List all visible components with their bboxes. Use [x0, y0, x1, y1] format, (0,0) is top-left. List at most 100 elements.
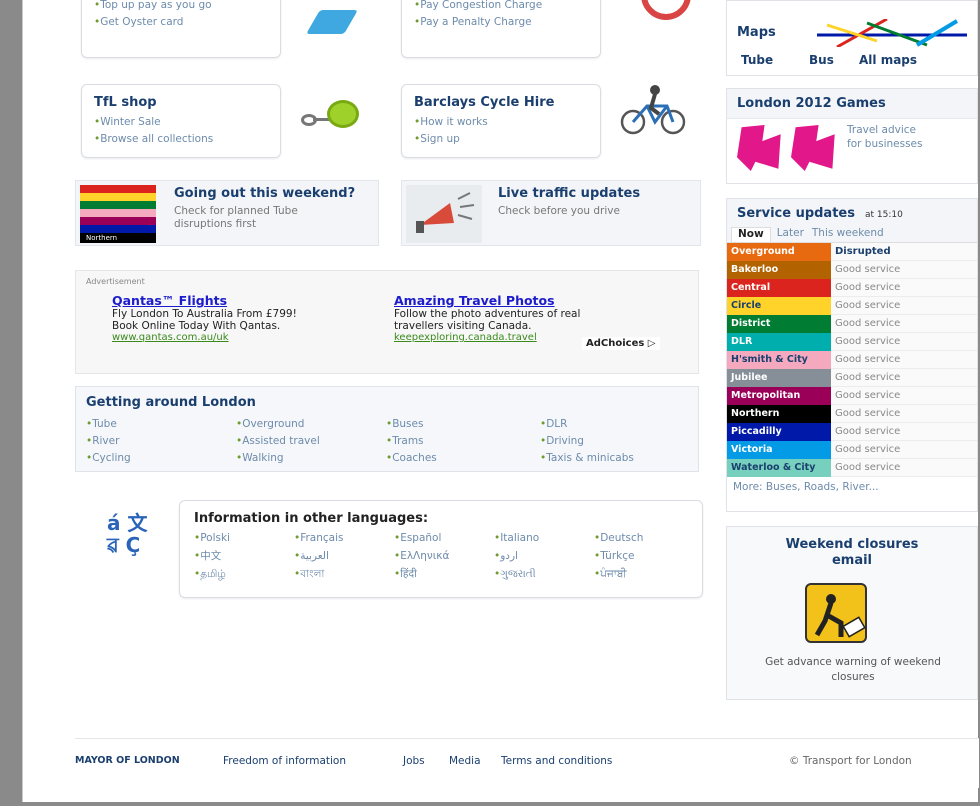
maps-bus-link[interactable]: Bus — [809, 53, 834, 67]
status-text: Good service — [831, 441, 977, 459]
status-line-name[interactable]: District — [727, 315, 831, 333]
status-row[interactable]: Jubilee Good service — [727, 369, 977, 387]
adchoices-link[interactable]: AdChoices ▷ — [582, 337, 660, 350]
link-taxis[interactable]: Taxis & minicabs — [540, 450, 690, 467]
browser-frame: Top up pay as you go Get Oyster card Pay… — [22, 0, 979, 802]
pay-congestion-link[interactable]: Pay Congestion Charge — [414, 0, 588, 14]
congestion-sign-graphic — [641, 0, 691, 20]
lang-bengali[interactable]: বাংলা — [294, 566, 394, 584]
lang-hindi[interactable]: हिंदी — [394, 566, 494, 584]
ad-qantas-url[interactable]: www.qantas.com.au/uk — [112, 332, 392, 343]
status-row[interactable]: Bakerloo Good service — [727, 261, 977, 279]
lang-arabic[interactable]: العربية — [294, 548, 394, 566]
status-line-name[interactable]: Piccadilly — [727, 423, 831, 441]
status-line-name[interactable]: Overground — [727, 243, 831, 261]
link-buses[interactable]: Buses — [386, 416, 540, 433]
status-row[interactable]: Waterloo & City Good service — [727, 459, 977, 477]
maps-title[interactable]: Maps — [737, 25, 776, 40]
maps-all-link[interactable]: All maps — [859, 53, 917, 67]
status-line-name[interactable]: Northern — [727, 405, 831, 423]
games-text[interactable]: Travel advice for businesses — [847, 123, 933, 151]
status-row[interactable]: H'smith & City Good service — [727, 351, 977, 369]
pay-penalty-link[interactable]: Pay a Penalty Charge — [414, 14, 588, 31]
link-overground[interactable]: Overground — [236, 416, 386, 433]
ad-canada-url[interactable]: keepexploring.canada.travel — [394, 332, 566, 343]
top-up-link[interactable]: Top up pay as you go — [94, 0, 268, 14]
status-line-name[interactable]: Waterloo & City — [727, 459, 831, 477]
status-line-name[interactable]: Central — [727, 279, 831, 297]
footer-foi-link[interactable]: Freedom of information — [223, 755, 346, 767]
status-line-name[interactable]: Victoria — [727, 441, 831, 459]
status-row[interactable]: Circle Good service — [727, 297, 977, 315]
lang-chinese[interactable]: 中文 — [194, 548, 294, 566]
lang-italiano[interactable]: Italiano — [494, 530, 594, 548]
get-oyster-link[interactable]: Get Oyster card — [94, 14, 268, 31]
ad-qantas-line1: Fly London To Australia From £799! — [112, 308, 297, 320]
status-row[interactable]: Overground Disrupted — [727, 243, 977, 261]
link-river[interactable]: River — [86, 433, 236, 450]
ad-canada[interactable]: Amazing Travel Photos Follow the photo a… — [394, 293, 614, 343]
browse-collections-link[interactable]: Browse all collections — [94, 131, 268, 148]
lang-urdu[interactable]: اردو — [494, 548, 594, 566]
service-more-links[interactable]: More: Buses, Roads, River... — [727, 477, 977, 497]
link-coaches[interactable]: Coaches — [386, 450, 540, 467]
status-line-name[interactable]: H'smith & City — [727, 351, 831, 369]
cycle-hire-title[interactable]: Barclays Cycle Hire — [414, 95, 588, 110]
ad-qantas[interactable]: Qantas™ Flights Fly London To Australia … — [112, 293, 392, 343]
status-row[interactable]: District Good service — [727, 315, 977, 333]
going-out-text: Check for planned Tube disruptions first — [174, 205, 298, 230]
lang-francais[interactable]: Français — [294, 530, 394, 548]
mayor-of-london-logo[interactable]: MAYOR OF LONDON — [75, 755, 180, 766]
footer-media-link[interactable]: Media — [449, 755, 481, 767]
status-row[interactable]: Northern Good service — [727, 405, 977, 423]
london-2012-title[interactable]: London 2012 Games — [737, 96, 967, 111]
email-alert-icon[interactable] — [805, 583, 867, 643]
weekend-closures-title[interactable]: Weekend closures email — [767, 537, 937, 569]
tab-later[interactable]: Later — [771, 227, 810, 242]
traffic-title[interactable]: Live traffic updates — [498, 187, 640, 201]
link-driving[interactable]: Driving — [540, 433, 690, 450]
lang-deutsch[interactable]: Deutsch — [594, 530, 694, 548]
link-cycling[interactable]: Cycling — [86, 450, 236, 467]
footer-terms-link[interactable]: Terms and conditions — [501, 755, 612, 767]
lang-turkce[interactable]: Türkçe — [594, 548, 694, 566]
tab-now[interactable]: Now — [731, 227, 771, 242]
status-line-name[interactable]: Circle — [727, 297, 831, 315]
status-line-name[interactable]: Bakerloo — [727, 261, 831, 279]
how-it-works-link[interactable]: How it works — [414, 114, 588, 131]
maps-tube-link[interactable]: Tube — [741, 53, 773, 67]
ad-qantas-title[interactable]: Qantas™ Flights — [112, 293, 392, 308]
link-walking[interactable]: Walking — [236, 450, 386, 467]
link-tube[interactable]: Tube — [86, 416, 236, 433]
going-out-title[interactable]: Going out this weekend? — [174, 187, 374, 201]
status-row[interactable]: Victoria Good service — [727, 441, 977, 459]
tfl-shop-title[interactable]: TfL shop — [94, 95, 268, 110]
status-line-name[interactable]: Metropolitan — [727, 387, 831, 405]
status-row[interactable]: Piccadilly Good service — [727, 423, 977, 441]
lang-gujarati[interactable]: ગુજરાતી — [494, 566, 594, 584]
lang-espanol[interactable]: Español — [394, 530, 494, 548]
winter-sale-link[interactable]: Winter Sale — [94, 114, 268, 131]
tab-this-weekend[interactable]: This weekend — [810, 227, 886, 242]
link-dlr[interactable]: DLR — [540, 416, 690, 433]
ad-canada-title[interactable]: Amazing Travel Photos — [394, 293, 614, 308]
status-text: Good service — [831, 333, 977, 351]
status-line-name[interactable]: DLR — [727, 333, 831, 351]
status-row[interactable]: Central Good service — [727, 279, 977, 297]
tube-map-graphic — [817, 17, 967, 49]
lang-polski[interactable]: Polski — [194, 530, 294, 548]
service-updates-time: at 15:10 — [864, 210, 903, 220]
language-links: Polski Français Español Italiano Deutsch… — [194, 530, 688, 584]
status-row[interactable]: Metropolitan Good service — [727, 387, 977, 405]
lang-greek[interactable]: EλΛηνικά — [394, 548, 494, 566]
link-trams[interactable]: Trams — [386, 433, 540, 450]
status-line-name[interactable]: Jubilee — [727, 369, 831, 387]
lang-tamil[interactable]: தமிழ் — [194, 566, 294, 584]
traffic-feature[interactable]: Live traffic updates Check before you dr… — [401, 180, 701, 246]
sign-up-link[interactable]: Sign up — [414, 131, 588, 148]
status-row[interactable]: DLR Good service — [727, 333, 977, 351]
footer-jobs-link[interactable]: Jobs — [403, 755, 425, 767]
link-assisted-travel[interactable]: Assisted travel — [236, 433, 386, 450]
going-out-feature[interactable]: Northern Going out this weekend? Check f… — [75, 180, 379, 246]
lang-punjabi[interactable]: ਪੰਜਾਬੀ — [594, 566, 694, 584]
